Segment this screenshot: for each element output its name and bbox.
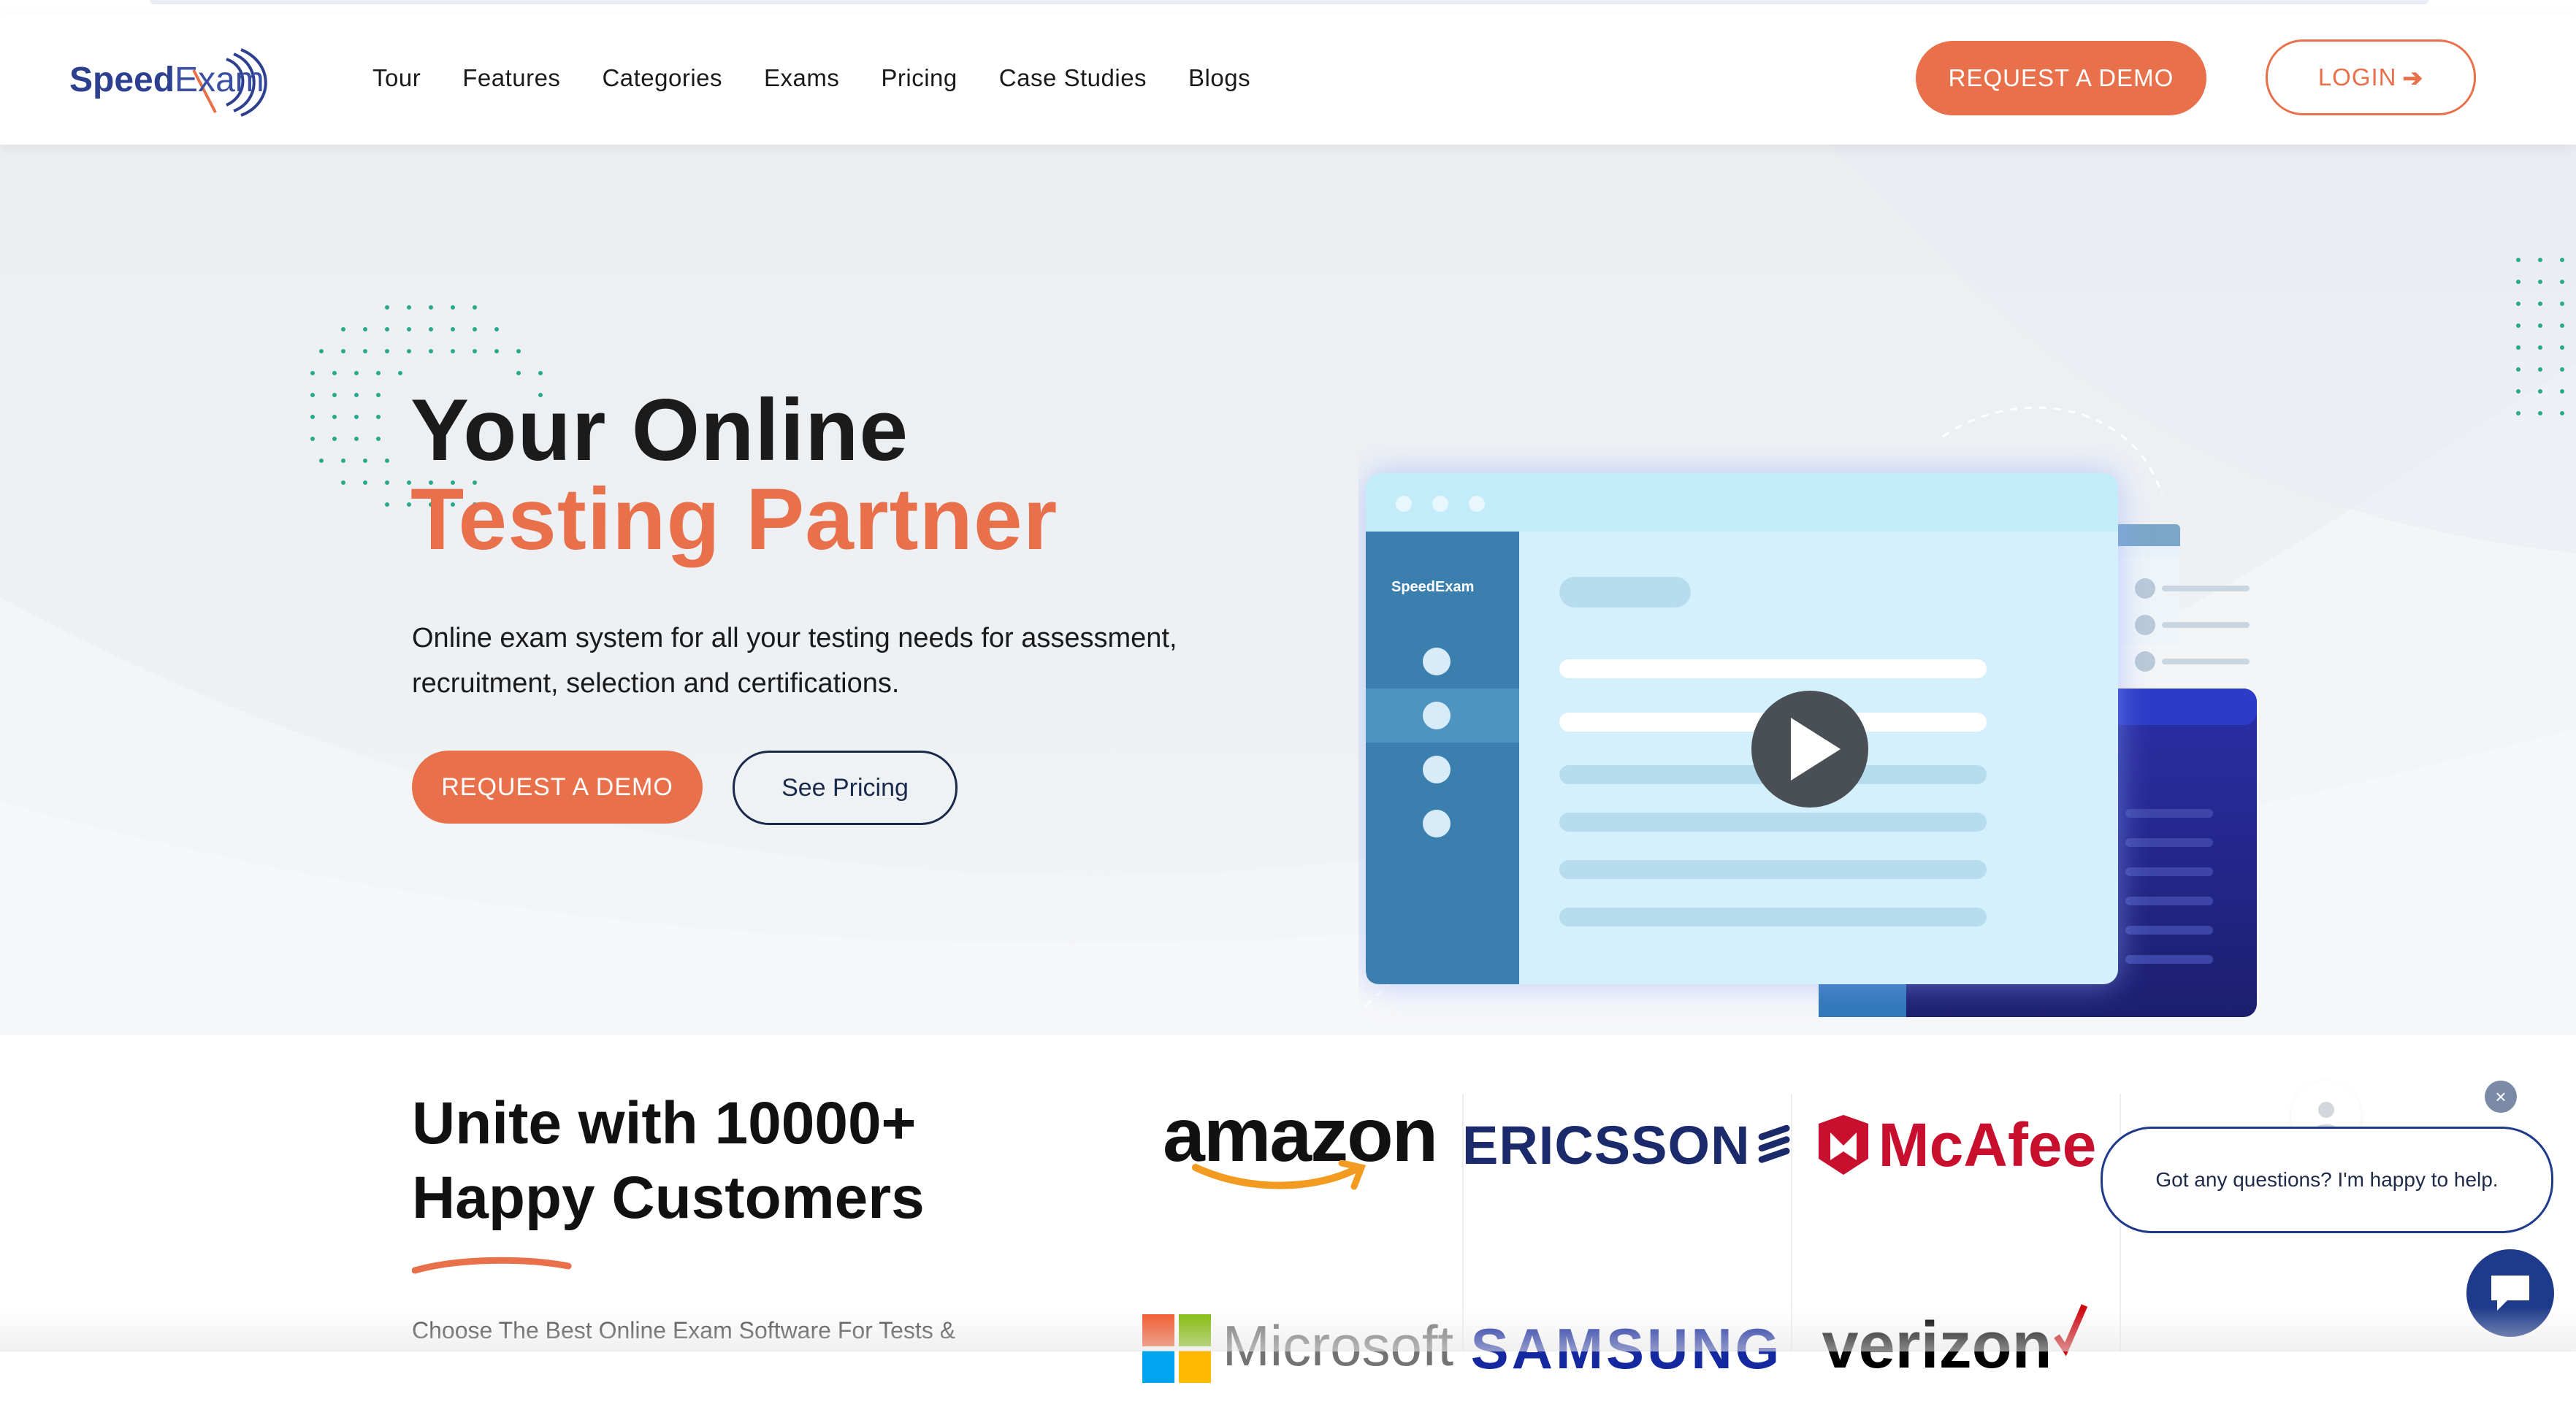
main-nav: Tour Features Categories Exams Pricing C…: [372, 64, 1292, 101]
hero-illustration: SpeedExam: [1358, 327, 2301, 1035]
nav-pricing[interactable]: Pricing: [881, 64, 957, 101]
heading-underline: [412, 1257, 572, 1274]
decorative-dot-grid-right: [2516, 258, 2564, 415]
play-video-button[interactable]: [1751, 691, 1868, 808]
hero-description: Online exam system for all your testing …: [412, 623, 1177, 699]
chat-close-icon[interactable]: ×: [2485, 1081, 2517, 1113]
nav-tour[interactable]: Tour: [372, 64, 421, 101]
hero-title: Your Online Testing Partner: [410, 386, 1058, 564]
mcafee-logo: McAfee: [1791, 1079, 2120, 1211]
chat-message-bubble[interactable]: Got any questions? I'm happy to help.: [2101, 1127, 2553, 1233]
chat-bubble-icon: [2491, 1276, 2529, 1311]
nav-blogs[interactable]: Blogs: [1188, 64, 1250, 101]
mcafee-logo-text: McAfee: [1878, 1110, 2097, 1179]
nav-exams[interactable]: Exams: [764, 64, 839, 101]
chat-launcher-button[interactable]: [2466, 1249, 2554, 1337]
verizon-logo: verizon: [1791, 1284, 2120, 1415]
speedexam-logo[interactable]: SpeedExam: [69, 41, 288, 121]
hero-request-demo-button[interactable]: REQUEST A DEMO: [412, 751, 703, 824]
verizon-logo-text: verizon: [1822, 1309, 2052, 1382]
browser-top-strip: [0, 0, 2576, 15]
login-label: LOGIN: [2317, 64, 2397, 91]
logo-speed-text: Speed: [69, 61, 175, 99]
microsoft-logo: Microsoft: [1134, 1284, 1462, 1415]
nav-categories[interactable]: Categories: [602, 64, 722, 101]
header-request-demo-button[interactable]: REQUEST A DEMO: [1916, 41, 2206, 115]
see-pricing-button[interactable]: See Pricing: [733, 751, 958, 825]
hero-title-line1: Your Online: [410, 381, 909, 479]
microsoft-logo-text: Microsoft: [1222, 1314, 1454, 1378]
mock-window-logo: SpeedExam: [1391, 579, 1475, 595]
nav-features[interactable]: Features: [462, 64, 560, 101]
customers-heading: Unite with 10000+ Happy Customers: [412, 1086, 925, 1235]
logo-exam-text: Exam: [175, 61, 264, 99]
hero-title-line2: Testing Partner: [410, 470, 1058, 568]
ericsson-logo-text: ERICSSON: [1462, 1114, 1751, 1176]
login-button[interactable]: LOGIN ➔: [2266, 39, 2476, 115]
ericsson-logo: ERICSSON: [1462, 1079, 1791, 1211]
samsung-logo-text: SAMSUNG: [1470, 1316, 1783, 1381]
customers-heading-line2: Happy Customers: [412, 1165, 925, 1231]
nav-case-studies[interactable]: Case Studies: [999, 64, 1147, 101]
samsung-logo: SAMSUNG: [1462, 1284, 1791, 1415]
hero-section: Your Online Testing Partner Online exam …: [0, 145, 2576, 1035]
customers-subtext: Choose The Best Online Exam Software For…: [412, 1317, 956, 1343]
amazon-logo: amazon: [1134, 1079, 1462, 1211]
customers-heading-line1: Unite with 10000+: [412, 1090, 917, 1157]
arrow-right-icon: ➔: [2402, 64, 2424, 91]
site-header: SpeedExam Tour Features Categories Exams…: [0, 13, 2576, 145]
